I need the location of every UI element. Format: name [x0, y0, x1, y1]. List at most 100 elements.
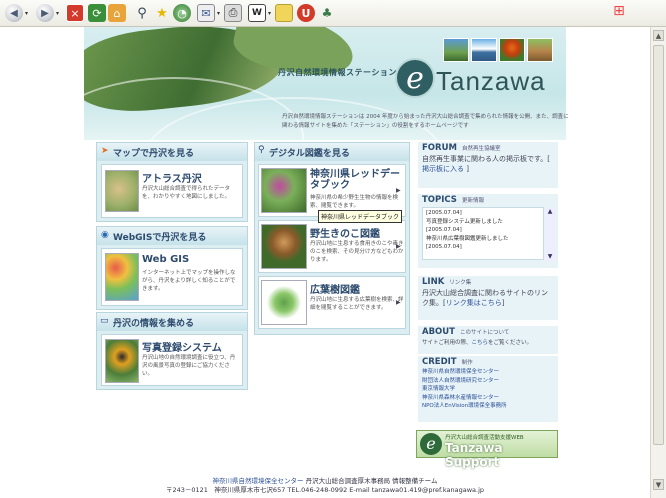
link-collection-link[interactable]: リンク集はこちら [446, 299, 502, 307]
edit-dropdown-icon[interactable]: ▾ [268, 10, 271, 17]
broadleaf-title[interactable]: 広葉樹図鑑 [310, 281, 360, 296]
mail-icon[interactable]: ✉ [197, 4, 215, 22]
forum-sub: 自然再生協議室 [461, 146, 501, 152]
computer-icon: ▭ [100, 316, 109, 326]
footer-center-link[interactable]: 神奈川県自然環境保全センター [213, 477, 304, 485]
atlas-desc: 丹沢大山総合調査で得られたデータを、わかりやすく地図にしました。 [142, 186, 231, 200]
credit-sub: 制作 [461, 360, 473, 366]
site-footer: 神奈川県自然環境保全センター 丹沢大山総合調査厚木事務局 情報整備チーム 〒24… [84, 477, 566, 495]
discuss-icon[interactable] [275, 4, 293, 22]
topic-line: [2005.07.04] [426, 210, 462, 216]
webgis-title[interactable]: Web GIS [142, 254, 189, 265]
tanzawa-support-banner[interactable]: e 丹沢大山総合調査活動支援WEB Tanzawa Support [416, 430, 558, 469]
topic-line[interactable]: 神奈川県広葉樹図鑑更新しました [426, 235, 540, 244]
red-data-thumbnail [261, 168, 307, 213]
messenger-icon[interactable]: U [297, 4, 315, 22]
forum-desc: 自然再生事業に関わる人の掲示板です。[ [422, 155, 551, 163]
red-data-desc: 神奈川県の希少野生生物の情報を検索、閲覧できます。 [310, 195, 399, 209]
arrow-icon[interactable]: ▶ [396, 187, 401, 194]
atlas-card[interactable]: アトラス丹沢 丹沢大山総合調査で得られたデータを、わかりやすく地図にしました。 [101, 164, 243, 218]
mail-dropdown-icon[interactable]: ▾ [217, 10, 220, 17]
atlas-title[interactable]: アトラス丹沢 [142, 170, 202, 185]
webgis-panel-heading: WebGISで丹沢を見る [97, 227, 247, 245]
mushroom-card[interactable]: 野生きのこ図鑑 丹沢山地に生息する食用きのこや毒きのこを検索、その見分け方なども… [258, 220, 406, 273]
forum-text: 自然再生事業に関わる人の掲示板です。[ 掲示板に入る ] [418, 153, 558, 175]
intro-text: 丹沢自然環境情報ステーションは 2004 年度から始まった丹沢大山総合調査で集め… [282, 114, 569, 129]
footer-office: 丹沢大山総合調査厚木事務局 情報整備チーム [305, 477, 438, 485]
scroll-down-icon[interactable]: ▼ [653, 479, 664, 490]
credit-item[interactable]: 東京情報大学 [422, 385, 554, 394]
credit-item[interactable]: 神奈川県森林水産情報センター [422, 394, 554, 403]
back-dropdown-icon[interactable]: ▾ [25, 10, 28, 17]
footer-line-1: 神奈川県自然環境保全センター 丹沢大山総合調査厚木事務局 情報整備チーム [84, 477, 566, 486]
webgis-panel: WebGISで丹沢を見る ◉ Web GIS インターネット上でマップを操作しな… [96, 226, 248, 310]
windows-logo-icon: ⊞ [613, 3, 625, 19]
about-link[interactable]: こちら [472, 340, 489, 346]
toolbar-icon-msn[interactable]: ♣ [318, 4, 336, 22]
photo-registration-title[interactable]: 写真登録システム [142, 339, 222, 354]
credit-item[interactable]: 神奈川県自然環境保全センター [422, 368, 554, 377]
credit-section: CREDIT 制作 神奈川県自然環境保全センター 財団法人自然環境研究センター 東… [418, 356, 558, 422]
about-desc: サイトご利用の際、 [422, 340, 472, 346]
forum-link[interactable]: 掲示板に入る [422, 165, 464, 173]
topics-scrollbar[interactable]: ▲ ▼ [545, 208, 555, 261]
about-sub: このサイトについて [459, 330, 510, 336]
history-icon[interactable]: ◔ [173, 4, 191, 22]
link-heading: LINK [422, 277, 445, 287]
support-logo-icon: e [420, 433, 442, 455]
station-label: 丹沢自然環境情報ステーション [278, 68, 397, 77]
scroll-thumb[interactable] [653, 45, 664, 445]
site-logo-text[interactable]: Tanzawa [436, 66, 546, 97]
credit-item[interactable]: 財団法人自然環境研究センター [422, 377, 554, 386]
topics-scroll-down-icon[interactable]: ▼ [545, 253, 555, 262]
broadleaf-card[interactable]: 広葉樹図鑑 丹沢山地に生息する広葉樹を検索、詳細を閲覧することができます。 [258, 276, 406, 329]
red-data-title[interactable]: 神奈川県レッドデータブック [310, 169, 406, 191]
print-icon[interactable]: ⎙ [224, 4, 242, 22]
scroll-up-icon[interactable]: ▲ [653, 30, 664, 41]
arrow-icon[interactable]: ▶ [396, 299, 401, 306]
browser-toolbar: ◀ ▾ ▶ ▾ × ⟳ ⌂ ⚲ ★ ◔ ✉ ▾ ⎙ W ▾ U ♣ ⊞ [0, 0, 666, 27]
arrow-icon[interactable]: ▶ [396, 243, 401, 250]
forum-heading-label: FORUM [422, 143, 457, 153]
about-tail: をご覧ください。 [488, 340, 533, 346]
forward-icon[interactable]: ▶ [36, 4, 54, 22]
topics-list[interactable]: [2005.07.04] 写真登録システム更新しました [2005.07.04]… [422, 207, 555, 261]
refresh-icon[interactable]: ⟳ [88, 4, 106, 22]
topic-line[interactable]: 写真登録システム更新しました [426, 218, 540, 227]
forum-heading: FORUM 自然再生協議室 [418, 142, 558, 153]
globe-icon: ◉ [101, 230, 109, 240]
link-tail: ] [501, 299, 505, 307]
back-icon[interactable]: ◀ [5, 4, 23, 22]
topics-section: TOPICS 更新情報 [2005.07.04] 写真登録システム更新しました [… [418, 194, 558, 268]
info-panel: 丹沢の情報を集める ▭ 写真登録システム 丹沢山地の自然環境調査に役立つ、丹沢の… [96, 312, 248, 390]
photo-registration-card[interactable]: 写真登録システム 丹沢山地の自然環境調査に役立つ、丹沢の風景写真の登録にご協力く… [101, 334, 243, 386]
photo-deer [527, 38, 553, 62]
favorites-icon[interactable]: ★ [153, 4, 171, 22]
map-panel-heading: マップで丹沢を見る [97, 143, 247, 161]
tooltip: 神奈川県レッドデータブック [318, 210, 403, 223]
webgis-card[interactable]: Web GIS インターネット上でマップを操作しながら、丹沢をより詳しく知ること… [101, 248, 243, 306]
forward-dropdown-icon[interactable]: ▾ [56, 10, 59, 17]
link-section: LINK リンク集 丹沢大山総合調査に関わるサイトのリンク集。[リンク集はこちら] [418, 276, 558, 320]
edit-icon[interactable]: W [248, 4, 266, 22]
topics-scroll-up-icon[interactable]: ▲ [545, 208, 555, 217]
webgis-thumbnail [105, 253, 139, 301]
topic-line: [2005.07.04] [426, 244, 462, 250]
home-icon[interactable]: ⌂ [108, 4, 126, 22]
page-scrollbar[interactable]: ▲ ▼ [650, 27, 666, 498]
stop-icon[interactable]: × [66, 4, 84, 22]
about-section: ABOUT このサイトについて サイトご利用の際、こちらをご覧ください。 [418, 326, 558, 354]
footer-line-2: 〒243－0121 神奈川県厚木市七沢657 TEL.046-248-0992 … [165, 486, 484, 494]
photo-flower [499, 38, 525, 62]
e-logo-icon[interactable]: e [395, 58, 435, 98]
mushroom-title[interactable]: 野生きのこ図鑑 [310, 225, 380, 240]
credit-list: 神奈川県自然環境保全センター 財団法人自然環境研究センター 東京情報大学 神奈川… [418, 367, 558, 412]
topics-heading: TOPICS [422, 195, 457, 205]
forum-tail: ] [466, 165, 469, 173]
credit-item[interactable]: NPO法人EnVision環境保全事務所 [422, 402, 554, 411]
broadleaf-desc: 丹沢山地に生息する広葉樹を検索、詳細を閲覧することができます。 [310, 297, 404, 311]
credit-heading: CREDIT [422, 357, 457, 367]
link-text: 丹沢大山総合調査に関わるサイトのリンク集。[リンク集はこちら] [418, 287, 558, 309]
about-heading: ABOUT [422, 327, 455, 337]
search-icon[interactable]: ⚲ [133, 4, 151, 22]
